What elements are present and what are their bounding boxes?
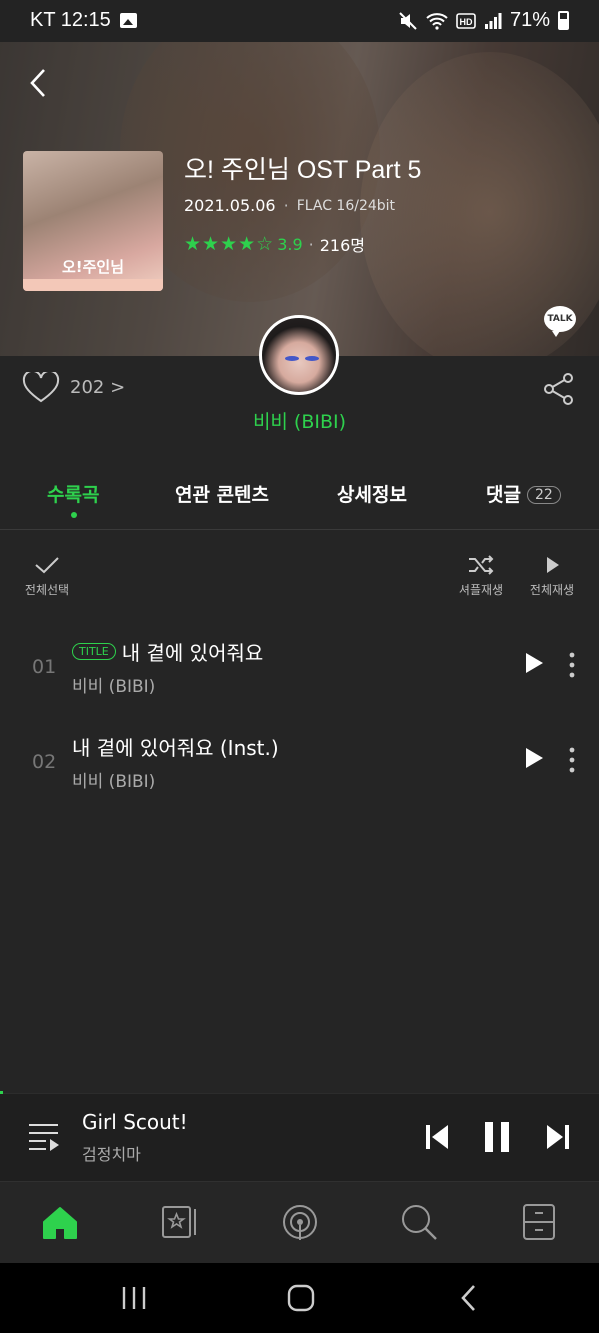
signal-icon — [484, 12, 502, 29]
track-title-row: 내 곁에 있어줘요 (Inst.) — [72, 732, 279, 761]
back-icon[interactable] — [24, 66, 52, 100]
album-meta: 2021.05.06 · FLAC 16/24bit — [184, 196, 395, 215]
tab-details[interactable]: 상세정보 — [337, 480, 407, 507]
shuffle-play-button[interactable]: 셔플재생 — [454, 555, 508, 598]
track-number: 02 — [32, 751, 57, 773]
track-row[interactable]: 02 내 곁에 있어줘요 (Inst.) 비비 (BIBI) — [0, 727, 599, 807]
pause-icon[interactable] — [483, 1120, 511, 1154]
mute-icon — [399, 11, 417, 30]
select-all-button[interactable]: 전체선택 — [20, 555, 74, 598]
talk-label: TALK — [547, 314, 573, 324]
next-track-icon[interactable] — [545, 1122, 571, 1152]
play-icon[interactable] — [524, 652, 544, 674]
home-button-icon[interactable] — [286, 1284, 316, 1312]
like-count[interactable]: 202 > — [70, 377, 125, 398]
album-rating[interactable]: ★★★★☆ 3.9 · 216명 — [184, 232, 365, 256]
now-playing-title: Girl Scout! — [82, 1110, 188, 1134]
star-rating-icon: ★★★★☆ — [184, 233, 275, 255]
track-title-row: TITLE 내 곁에 있어줘요 — [72, 637, 263, 666]
track-title: 내 곁에 있어줘요 (Inst.) — [72, 736, 279, 760]
tab-comments[interactable]: 댓글 22 — [486, 480, 561, 507]
album-header: 오!주인님 오! 주인님 OST Part 5 2021.05.06 · FLA… — [0, 42, 599, 356]
more-options-icon[interactable] — [568, 747, 576, 773]
album-cover[interactable]: 오!주인님 — [23, 151, 163, 291]
status-left: KT 12:15 — [30, 9, 137, 32]
playback-progress — [0, 1091, 3, 1094]
play-all-button[interactable]: 전체재생 — [525, 555, 579, 598]
tab-related-content[interactable]: 연관 콘텐츠 — [175, 480, 269, 507]
cover-title: 오!주인님 — [61, 258, 125, 276]
kakaotalk-share-button[interactable]: TALK — [544, 306, 576, 337]
heart-icon[interactable] — [22, 372, 60, 404]
system-navigation — [0, 1263, 599, 1333]
battery-percent: 71% — [509, 9, 550, 31]
search-icon[interactable] — [399, 1202, 439, 1242]
system-back-icon[interactable] — [458, 1283, 480, 1313]
cover-strip — [23, 279, 163, 291]
gallery-icon — [119, 13, 137, 28]
album-title: 오! 주인님 OST Part 5 — [184, 156, 422, 184]
rating-separator: · — [308, 234, 314, 254]
track-row[interactable]: 01 TITLE 내 곁에 있어줘요 비비 (BIBI) — [0, 632, 599, 712]
status-bar: KT 12:15 HD 71% — [0, 0, 599, 42]
play-icon — [547, 557, 559, 573]
tab-comments-label: 댓글 — [486, 484, 521, 506]
release-date: 2021.05.06 — [184, 196, 276, 215]
active-tab-indicator — [71, 512, 77, 518]
select-all-label: 전체선택 — [24, 583, 70, 597]
share-icon[interactable] — [542, 372, 576, 406]
track-title: 내 곁에 있어줘요 — [121, 641, 264, 665]
now-playing-artist: 검정치마 — [82, 1145, 141, 1164]
shuffle-icon — [469, 555, 494, 575]
album-tabs: 수록곡 연관 콘텐츠 상세정보 댓글 22 — [0, 470, 599, 530]
rating-score: 3.9 — [277, 234, 303, 254]
avatar-eye — [285, 356, 299, 361]
status-right: HD 71% — [398, 9, 569, 32]
previous-track-icon[interactable] — [424, 1122, 450, 1152]
play-all-label: 전체재생 — [529, 583, 575, 597]
meta-separator: · — [283, 196, 289, 215]
battery-icon — [558, 11, 569, 30]
radio-icon[interactable] — [280, 1202, 320, 1242]
play-icon[interactable] — [524, 747, 544, 769]
recent-apps-icon[interactable] — [120, 1285, 148, 1311]
rating-count: 216명 — [319, 236, 365, 255]
track-artist: 비비 (BIBI) — [72, 772, 156, 792]
track-artist: 비비 (BIBI) — [72, 677, 156, 697]
carrier-time: KT 12:15 — [30, 9, 111, 31]
title-track-badge: TITLE — [72, 643, 116, 660]
wifi-icon — [426, 12, 448, 30]
check-icon — [35, 557, 59, 574]
audio-format: FLAC 16/24bit — [296, 197, 396, 214]
home-icon[interactable] — [40, 1202, 80, 1242]
comment-count-badge: 22 — [526, 486, 561, 504]
library-icon[interactable] — [160, 1202, 200, 1242]
playlist-icon[interactable] — [28, 1122, 60, 1152]
artist-name[interactable]: 비비 (BIBI) — [0, 407, 599, 434]
shuffle-label: 셔플재생 — [458, 583, 504, 597]
track-number: 01 — [32, 656, 57, 678]
tab-tracks[interactable]: 수록곡 — [47, 480, 99, 507]
svg-text:HD: HD — [459, 17, 472, 27]
more-options-icon[interactable] — [568, 652, 576, 678]
bottom-navigation — [0, 1181, 599, 1263]
mini-player[interactable]: Girl Scout! 검정치마 — [0, 1091, 599, 1181]
artist-avatar[interactable] — [259, 315, 339, 395]
drawer-icon[interactable] — [519, 1202, 559, 1242]
avatar-eye — [305, 356, 319, 361]
hd-icon: HD — [456, 12, 476, 29]
